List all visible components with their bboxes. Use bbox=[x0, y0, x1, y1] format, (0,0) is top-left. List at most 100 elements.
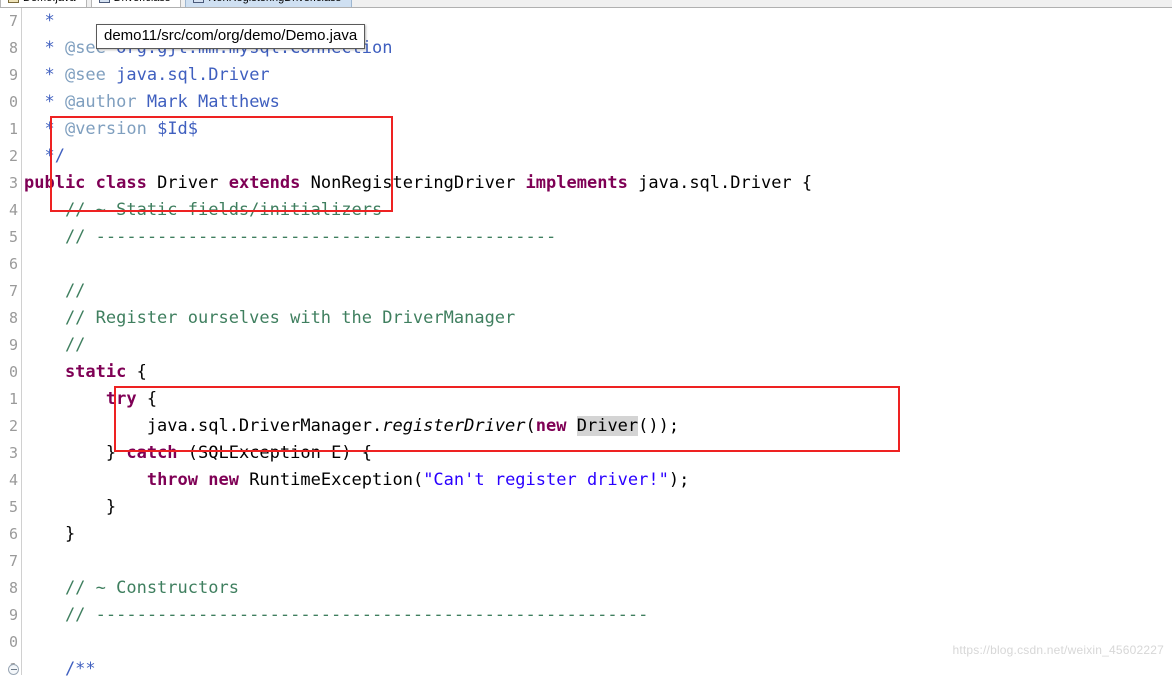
code-token: "Can't register driver!" bbox=[423, 470, 669, 490]
code-token: } bbox=[24, 497, 117, 517]
code-line[interactable]: } catch (SQLException E) { bbox=[24, 440, 372, 467]
watermark-text: https://blog.csdn.net/weixin_45602227 bbox=[952, 643, 1164, 657]
editor-tab-label: Driver.class bbox=[114, 0, 171, 4]
java-file-icon bbox=[8, 0, 19, 3]
class-file-icon bbox=[98, 0, 110, 3]
line-number: 0 bbox=[8, 93, 18, 111]
code-token: implements bbox=[525, 173, 639, 193]
class-file-icon bbox=[193, 0, 205, 3]
code-token: // -------------------------------------… bbox=[24, 605, 649, 625]
code-token: Driver bbox=[576, 416, 639, 436]
code-line[interactable]: */ bbox=[24, 143, 65, 170]
code-token: // bbox=[24, 335, 86, 355]
line-number: 3 bbox=[8, 174, 18, 192]
line-number: 9 bbox=[8, 66, 18, 84]
code-token: { bbox=[146, 389, 158, 409]
code-token: $Id$ bbox=[146, 119, 199, 139]
code-token: @version bbox=[64, 119, 147, 139]
line-number: 7 bbox=[8, 552, 18, 570]
editor-tab-2[interactable]: NonRegisteringDriver.class bbox=[185, 0, 353, 7]
line-number: 6 bbox=[8, 525, 18, 543]
line-number: 4 bbox=[8, 201, 18, 219]
code-token: registerDriver bbox=[382, 416, 526, 436]
line-number: 2 bbox=[8, 147, 18, 165]
code-token: throw new bbox=[146, 470, 250, 490]
code-token: extends bbox=[228, 173, 311, 193]
line-number: 3 bbox=[8, 444, 18, 462]
code-line[interactable]: } bbox=[24, 521, 75, 548]
code-line[interactable]: // Register ourselves with the DriverMan… bbox=[24, 305, 515, 332]
code-line[interactable]: /** bbox=[24, 656, 96, 683]
code-token: // -------------------------------------… bbox=[24, 227, 557, 247]
code-token: ()); bbox=[638, 416, 680, 436]
editor-tab-label: Demo.java bbox=[23, 0, 76, 4]
code-line[interactable]: // ~ Static fields/initializers bbox=[24, 197, 382, 224]
line-number: 7 bbox=[8, 282, 18, 300]
line-number: 8 bbox=[8, 39, 18, 57]
code-line[interactable]: static { bbox=[24, 359, 147, 386]
line-number: 8 bbox=[8, 579, 18, 597]
line-number-gutter: 7890123456789012345678901 bbox=[0, 8, 22, 678]
code-token: /** bbox=[24, 659, 96, 679]
code-token: static bbox=[24, 362, 137, 382]
code-token: @see bbox=[64, 65, 106, 85]
line-number: 5 bbox=[8, 498, 18, 516]
line-number: 4 bbox=[8, 471, 18, 489]
code-token: java.sql.Driver { bbox=[638, 173, 813, 193]
editor-tab-0[interactable]: Demo.java bbox=[0, 0, 87, 7]
code-token: * bbox=[24, 11, 65, 31]
code-token: // bbox=[24, 281, 86, 301]
line-number: 1 bbox=[8, 120, 18, 138]
line-number: 0 bbox=[8, 633, 18, 651]
code-line[interactable]: public class Driver extends NonRegisteri… bbox=[24, 170, 812, 197]
editor-tab-1[interactable]: Driver.class bbox=[90, 0, 182, 7]
code-token: */ bbox=[24, 146, 65, 166]
code-token: // Register ourselves with the DriverMan… bbox=[24, 308, 516, 328]
code-token: // ~ Static fields/initializers bbox=[24, 200, 383, 220]
code-line[interactable]: java.sql.DriverManager.registerDriver(ne… bbox=[24, 413, 679, 440]
code-line[interactable]: // -------------------------------------… bbox=[24, 224, 556, 251]
code-token: new bbox=[535, 416, 577, 436]
line-number: 7 bbox=[8, 12, 18, 30]
code-token: public class bbox=[24, 173, 158, 193]
code-token: * bbox=[24, 65, 65, 85]
code-token: Driver bbox=[157, 173, 229, 193]
line-number: 2 bbox=[8, 417, 18, 435]
code-line[interactable]: // bbox=[24, 278, 85, 305]
code-line[interactable]: // -------------------------------------… bbox=[24, 602, 648, 629]
code-token: java.sql.Driver bbox=[105, 65, 270, 85]
code-token: (SQLException E) { bbox=[187, 443, 373, 463]
file-path-tooltip: demo11/src/com/org/demo/Demo.java bbox=[96, 24, 366, 49]
code-token: RuntimeException( bbox=[249, 470, 424, 490]
code-line[interactable]: throw new RuntimeException("Can't regist… bbox=[24, 467, 689, 494]
line-number: 9 bbox=[8, 606, 18, 624]
code-line[interactable]: try { bbox=[24, 386, 157, 413]
code-line[interactable]: * @see java.sql.Driver bbox=[24, 62, 270, 89]
line-number: 0 bbox=[8, 363, 18, 381]
code-token: NonRegisteringDriver bbox=[310, 173, 526, 193]
code-line[interactable]: * @author Mark Matthews bbox=[24, 89, 280, 116]
code-fold-collapse-icon[interactable] bbox=[8, 664, 19, 675]
line-number: 6 bbox=[8, 255, 18, 273]
code-token: } bbox=[24, 443, 127, 463]
code-token: ( bbox=[525, 416, 536, 436]
code-token: try bbox=[105, 389, 147, 409]
line-number: 9 bbox=[8, 336, 18, 354]
code-line[interactable]: } bbox=[24, 494, 116, 521]
editor-tab-bar: Demo.java Driver.class NonRegisteringDrive… bbox=[0, 0, 1172, 8]
code-token: java.sql.DriverManager. bbox=[24, 416, 383, 436]
code-line[interactable]: * bbox=[24, 8, 65, 35]
line-number: 5 bbox=[8, 228, 18, 246]
code-editor-area[interactable]: * * @see org.gjt.mm.mysql.Connection * @… bbox=[24, 8, 1172, 679]
code-token: Mark Matthews bbox=[136, 92, 280, 112]
code-token: * bbox=[24, 119, 65, 139]
code-token: // ~ Constructors bbox=[24, 578, 239, 598]
code-token: ); bbox=[668, 470, 690, 490]
code-token: { bbox=[136, 362, 147, 382]
code-token: @author bbox=[64, 92, 137, 112]
code-line[interactable]: * @version $Id$ bbox=[24, 116, 198, 143]
code-line[interactable]: // bbox=[24, 332, 85, 359]
code-line[interactable]: // ~ Constructors bbox=[24, 575, 239, 602]
